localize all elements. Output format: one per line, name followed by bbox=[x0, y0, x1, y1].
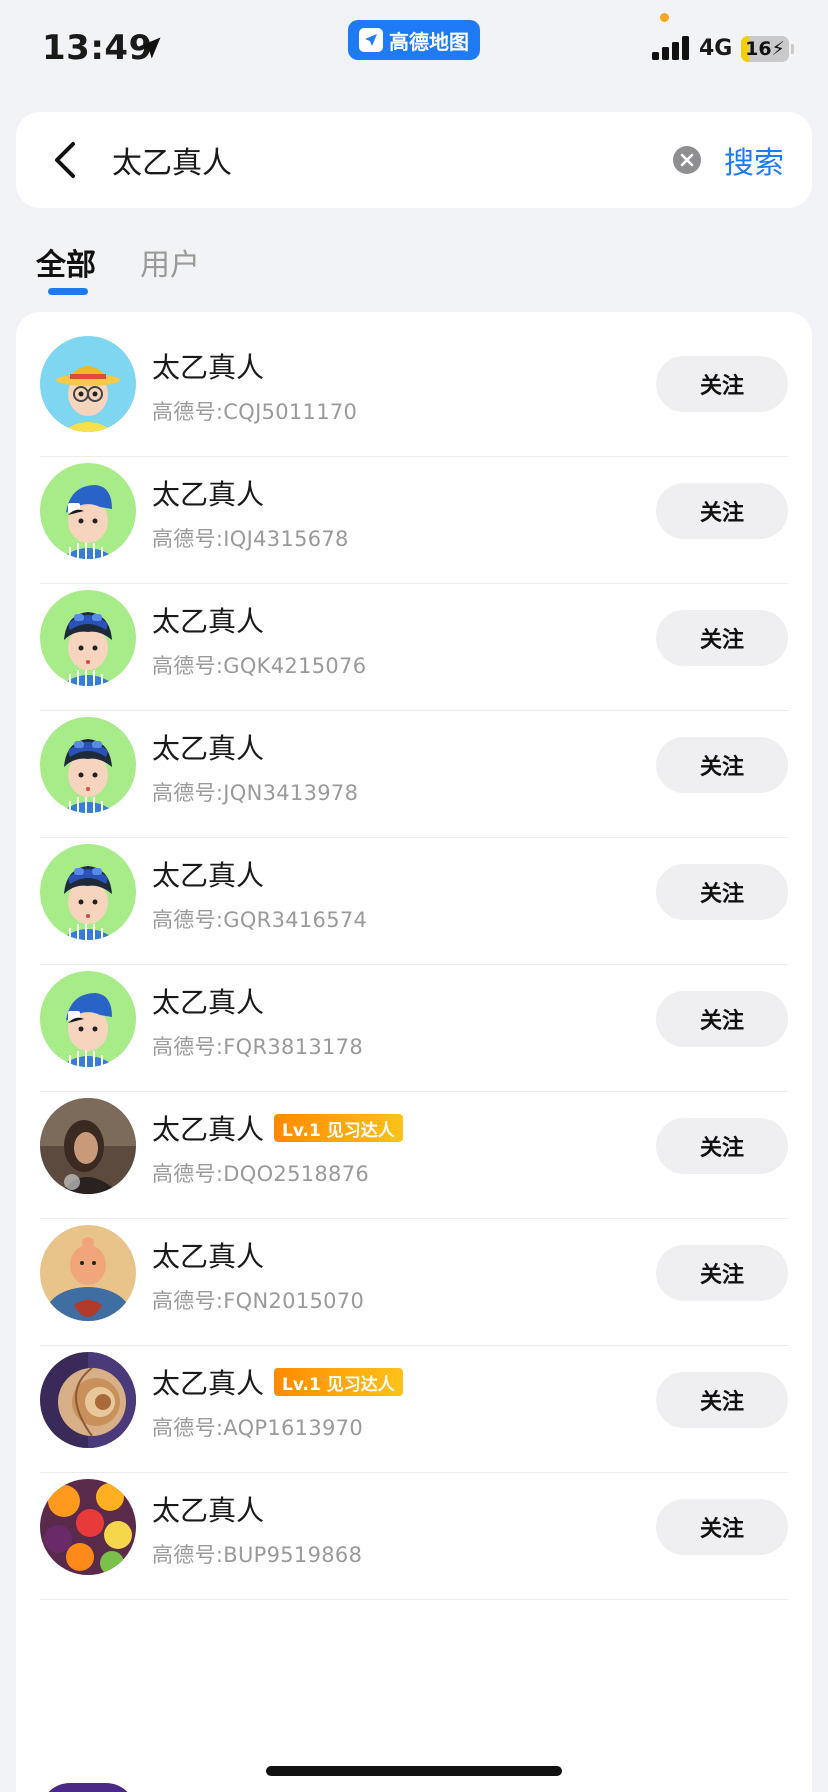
clear-search-icon[interactable] bbox=[672, 145, 702, 175]
avatar[interactable] bbox=[40, 1098, 136, 1194]
avatar[interactable] bbox=[40, 1352, 136, 1448]
user-amap-id: 高德号:GQR3416574 bbox=[152, 908, 368, 932]
home-indicator[interactable] bbox=[266, 1766, 562, 1776]
follow-button[interactable]: 关注 bbox=[656, 1245, 788, 1301]
avatar[interactable] bbox=[40, 971, 136, 1067]
result-row[interactable]: 太乙真人高德号:GQR3416574 关注 bbox=[16, 820, 812, 965]
user-name: 太乙真人 bbox=[152, 1494, 265, 1527]
user-result-list: 太乙真人 高德号:CQJ5011170 关注 太乙真人 高德号:IQJ4315678 关注… bbox=[16, 312, 812, 1792]
follow-button[interactable]: 关注 bbox=[656, 483, 788, 539]
follow-button[interactable]: 关注 bbox=[656, 737, 788, 793]
status-bar: 13:49 高德地图 4G 16 ⚡ bbox=[0, 0, 828, 100]
privacy-indicator-dot bbox=[660, 13, 669, 22]
result-row[interactable]: 太乙真人 Lv.1 见习达人高德号:AQP1613970 关注 bbox=[16, 1328, 812, 1473]
avatar[interactable] bbox=[40, 844, 136, 940]
user-name: 太乙真人 bbox=[152, 986, 265, 1019]
search-input[interactable] bbox=[112, 134, 672, 186]
follow-button[interactable]: 关注 bbox=[656, 356, 788, 412]
name-line: 太乙真人 Lv.1 见习达人 bbox=[152, 1108, 403, 1148]
follow-button[interactable]: 关注 bbox=[656, 991, 788, 1047]
follow-button[interactable]: 关注 bbox=[656, 1118, 788, 1174]
active-tab-indicator bbox=[48, 288, 88, 295]
user-amap-id: 高德号:GQK4215076 bbox=[152, 654, 367, 678]
location-arrow-icon bbox=[139, 37, 161, 59]
level-badge: Lv.1 见习达人 bbox=[274, 1114, 403, 1142]
user-name: 太乙真人 bbox=[152, 351, 265, 384]
search-button[interactable]: 搜索 bbox=[724, 138, 784, 182]
user-name: 太乙真人 bbox=[152, 478, 265, 511]
result-row[interactable]: 太乙真人高德号:BUP9519868 关注 bbox=[16, 1455, 812, 1600]
battery-icon: 16 ⚡ bbox=[741, 36, 789, 62]
user-amap-id: 高德号:FQR3813178 bbox=[152, 1035, 364, 1059]
user-amap-id: 高德号:AQP1613970 bbox=[152, 1416, 363, 1440]
user-name: 太乙真人 bbox=[152, 1113, 265, 1146]
name-line: 太乙真人 bbox=[152, 1489, 264, 1529]
follow-button[interactable]: 关注 bbox=[656, 610, 788, 666]
follow-button[interactable]: 关注 bbox=[656, 1372, 788, 1428]
level-badge: Lv.1 见习达人 bbox=[274, 1368, 403, 1396]
user-amap-id: 高德号:CQJ5011170 bbox=[152, 400, 358, 424]
battery-tip bbox=[791, 44, 794, 54]
avatar[interactable] bbox=[40, 1225, 136, 1321]
name-line: 太乙真人 bbox=[152, 854, 264, 894]
user-name: 太乙真人 bbox=[152, 1367, 265, 1400]
avatar[interactable] bbox=[40, 717, 136, 813]
follow-button[interactable]: 关注 bbox=[656, 1499, 788, 1555]
amap-logo-icon bbox=[359, 28, 383, 52]
result-row[interactable]: 太乙真人高德号:FQN2015070 关注 bbox=[16, 1201, 812, 1346]
result-row[interactable]: 太乙真人高德号:GQK4215076 关注 bbox=[16, 566, 812, 711]
back-arrow-icon[interactable] bbox=[44, 138, 88, 182]
app-name: 高德地图 bbox=[389, 29, 469, 54]
result-row[interactable]: 太乙真人高德号:IQJ4315678 关注 bbox=[16, 439, 812, 584]
search-bar: 搜索 bbox=[16, 112, 812, 208]
user-name: 太乙真人 bbox=[152, 859, 265, 892]
user-amap-id: 高德号:IQJ4315678 bbox=[152, 527, 349, 551]
avatar[interactable] bbox=[40, 463, 136, 559]
app-return-pill[interactable]: 高德地图 bbox=[348, 20, 480, 60]
cellular-signal-icon bbox=[652, 36, 689, 60]
name-line: 太乙真人 Lv.1 见习达人 bbox=[152, 1362, 403, 1402]
user-name: 太乙真人 bbox=[152, 605, 265, 638]
name-line: 太乙真人 bbox=[152, 1235, 264, 1275]
result-row[interactable]: 太乙真人高德号:CQJ5011170 关注 bbox=[16, 312, 812, 457]
network-type: 4G bbox=[699, 36, 733, 61]
result-row[interactable]: 太乙真人高德号:JQN3413978 关注 bbox=[16, 693, 812, 838]
user-amap-id: 高德号:DQO2518876 bbox=[152, 1162, 370, 1186]
battery-level: 16 bbox=[745, 38, 772, 60]
result-row[interactable]: 太乙真人高德号:FQR3813178 关注 bbox=[16, 947, 812, 1092]
avatar[interactable] bbox=[40, 590, 136, 686]
result-row[interactable]: 太乙真人 Lv.1 见习达人高德号:DQO2518876 关注 bbox=[16, 1074, 812, 1219]
name-line: 太乙真人 bbox=[152, 981, 264, 1021]
result-tabs: 全部 用户 bbox=[0, 236, 828, 296]
name-line: 太乙真人 bbox=[152, 727, 264, 767]
charging-bolt-icon: ⚡ bbox=[771, 38, 785, 60]
user-name: 太乙真人 bbox=[152, 732, 265, 765]
user-amap-id: 高德号:JQN3413978 bbox=[152, 781, 359, 805]
tab-users[interactable]: 用户 bbox=[140, 240, 200, 284]
tab-all[interactable]: 全部 bbox=[36, 240, 96, 284]
user-name: 太乙真人 bbox=[152, 1240, 265, 1273]
user-amap-id: 高德号:FQN2015070 bbox=[152, 1289, 365, 1313]
row-divider bbox=[40, 1599, 788, 1600]
avatar[interactable] bbox=[40, 336, 136, 432]
follow-button[interactable]: 关注 bbox=[656, 864, 788, 920]
name-line: 太乙真人 bbox=[152, 346, 264, 386]
user-amap-id: 高德号:BUP9519868 bbox=[152, 1543, 363, 1567]
name-line: 太乙真人 bbox=[152, 473, 264, 513]
avatar[interactable] bbox=[40, 1479, 136, 1575]
name-line: 太乙真人 bbox=[152, 600, 264, 640]
